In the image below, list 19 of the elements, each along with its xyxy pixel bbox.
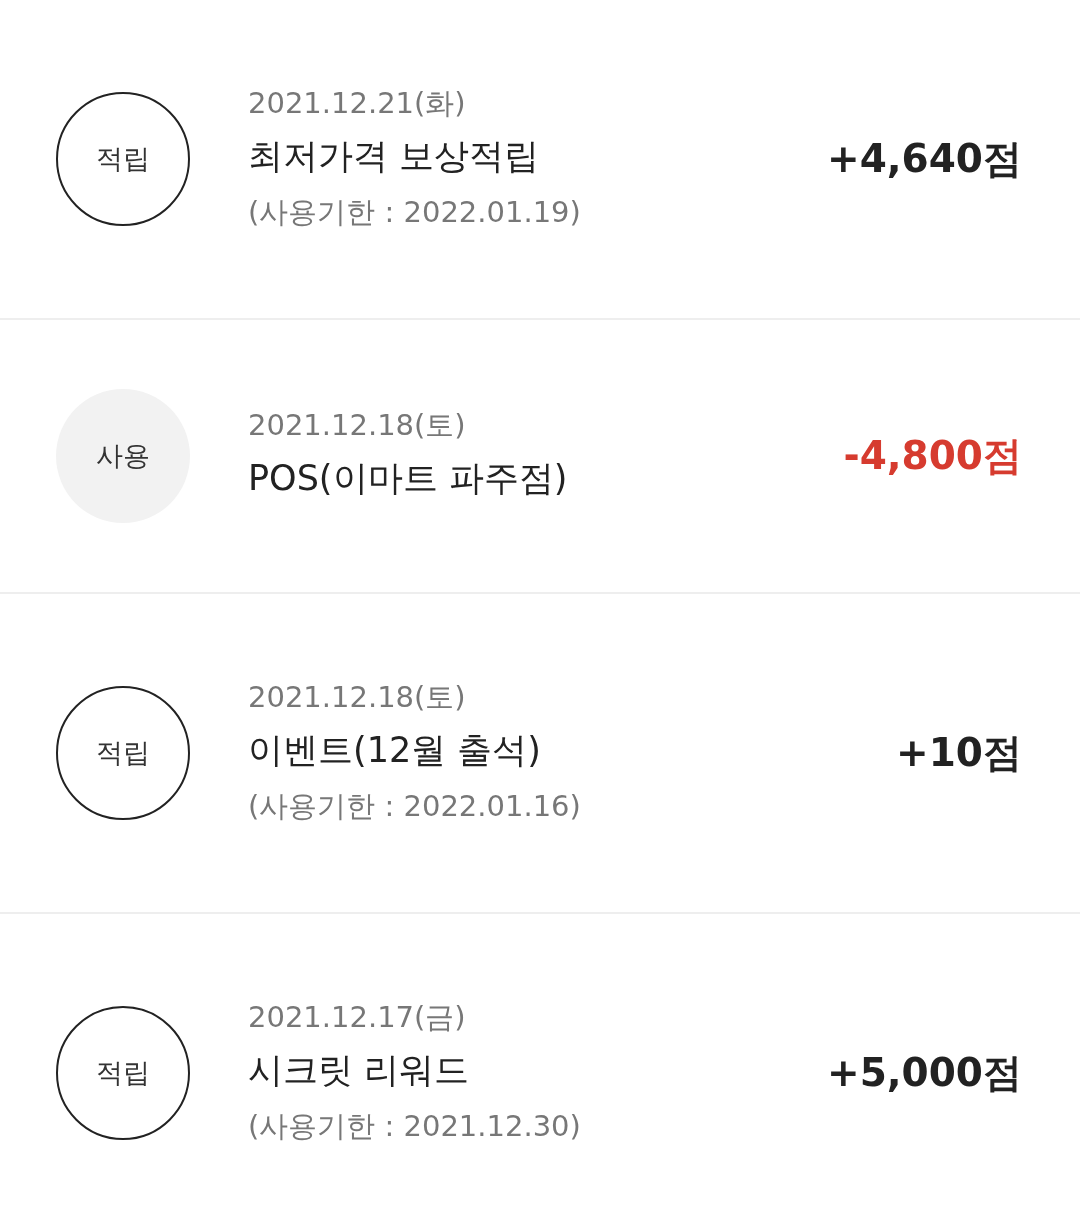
expiry-text: (사용기한 : 2021.12.30): [248, 1108, 582, 1145]
points-amount: +4,640점: [826, 135, 1022, 183]
expiry-text: (사용기한 : 2022.01.19): [248, 194, 582, 231]
entry-date: 2021.12.18(토): [248, 679, 467, 716]
entry-title: 이벤트(12월 출석): [248, 729, 542, 772]
entry-title: POS(이마트 파주점): [248, 457, 569, 500]
expiry-text: (사용기한 : 2022.01.16): [248, 788, 582, 825]
entry-date: 2021.12.18(토): [248, 407, 467, 444]
type-badge: 적립: [56, 686, 190, 820]
type-badge: 적립: [56, 92, 190, 226]
entry-date: 2021.12.21(화): [248, 85, 467, 122]
type-badge: 적립: [56, 1006, 190, 1140]
type-badge: 사용: [56, 389, 190, 523]
entry-date: 2021.12.17(금): [248, 999, 467, 1036]
entry-title: 최저가격 보상적립: [248, 135, 541, 178]
points-amount: +10점: [896, 729, 1022, 777]
points-amount: -4,800점: [843, 432, 1022, 480]
points-amount: +5,000점: [826, 1049, 1022, 1097]
entry-title: 시크릿 리워드: [248, 1049, 471, 1092]
